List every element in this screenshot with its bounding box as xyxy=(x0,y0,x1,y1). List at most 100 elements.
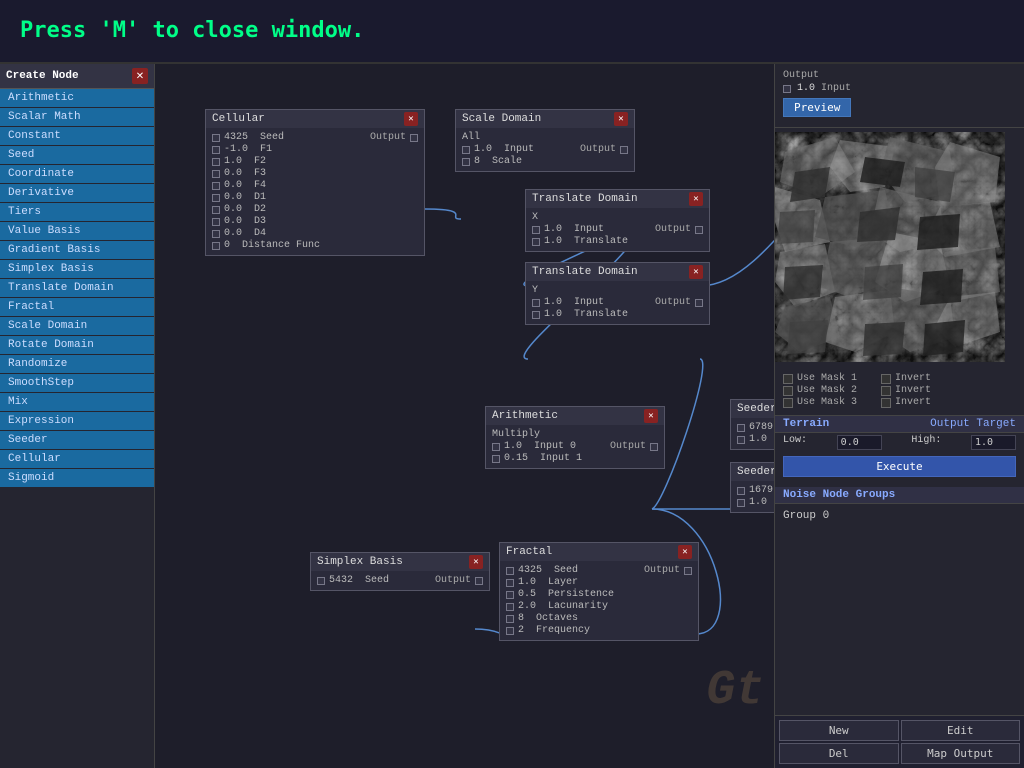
canvas-area: Cellular ✕ 4325 Seed Output -1.0 F1 1.0 … xyxy=(155,64,774,768)
preview-image xyxy=(775,132,1005,362)
port-out xyxy=(650,443,658,451)
port xyxy=(506,579,514,587)
mask-section: Use Mask 1 Invert Use Mask 2 Invert Use … xyxy=(775,366,1024,416)
simplex-basis-close[interactable]: ✕ xyxy=(469,555,483,569)
translate-domain-y-node: Translate Domain ✕ Y 1.0 Input Output 1.… xyxy=(525,262,710,325)
sidebar-item-constant[interactable]: Constant xyxy=(0,127,154,145)
sidebar-item-gradient-basis[interactable]: Gradient Basis xyxy=(0,241,154,259)
arithmetic-close[interactable]: ✕ xyxy=(644,409,658,423)
low-label: Low: xyxy=(783,435,807,450)
arithmetic-node: Arithmetic ✕ Multiply 1.0 Input 0 Output… xyxy=(485,406,665,469)
port xyxy=(212,206,220,214)
noise-groups-section: Noise Node Groups Group 0 xyxy=(775,481,1024,530)
table-row: 0 Distance Func xyxy=(212,240,418,251)
noise-groups-header: Noise Node Groups xyxy=(775,487,1024,504)
edit-button[interactable]: Edit xyxy=(901,720,1021,741)
sidebar-item-mix[interactable]: Mix xyxy=(0,393,154,411)
use-mask-2-checkbox[interactable] xyxy=(783,386,793,396)
group-0-item[interactable]: Group 0 xyxy=(783,508,1016,524)
sidebar-item-arithmetic[interactable]: Arithmetic xyxy=(0,89,154,107)
sidebar-item-coordinate[interactable]: Coordinate xyxy=(0,165,154,183)
del-button[interactable]: Del xyxy=(779,743,899,764)
fractal-close[interactable]: ✕ xyxy=(678,545,692,559)
output-label: Output xyxy=(783,70,819,81)
watermark: Gt xyxy=(706,664,764,718)
port xyxy=(212,218,220,226)
table-row: 0.5 Persistence xyxy=(506,589,692,600)
sidebar-item-value-basis[interactable]: Value Basis xyxy=(0,222,154,240)
table-row: 2 Frequency xyxy=(506,625,692,636)
table-row: 1.0 Translate xyxy=(532,236,703,247)
invert-3-checkbox[interactable] xyxy=(881,398,891,408)
terrain-range-row: Low: High: xyxy=(775,433,1024,452)
terrain-header: Terrain Output Target xyxy=(775,416,1024,433)
node-type-list: ArithmeticScalar MathConstantSeedCoordin… xyxy=(0,89,154,487)
port xyxy=(212,242,220,250)
use-mask-3-checkbox[interactable] xyxy=(783,398,793,408)
create-node-header: Create Node ✕ xyxy=(0,64,154,89)
table-row: X xyxy=(532,212,703,223)
port-out xyxy=(620,146,628,154)
translate-domain-y-close[interactable]: ✕ xyxy=(689,265,703,279)
port xyxy=(506,567,514,575)
output-type: Input xyxy=(821,83,851,94)
mask-row-3: Use Mask 3 Invert xyxy=(783,397,1016,408)
sidebar-item-fractal[interactable]: Fractal xyxy=(0,298,154,316)
sidebar-item-sigmoid[interactable]: Sigmoid xyxy=(0,469,154,487)
translate-domain-y-body: Y 1.0 Input Output 1.0 Translate xyxy=(526,281,709,324)
execute-button[interactable]: Execute xyxy=(783,456,1016,477)
use-mask-3-label: Use Mask 3 xyxy=(797,397,857,408)
invert-2-checkbox[interactable] xyxy=(881,386,891,396)
sidebar-item-expression[interactable]: Expression xyxy=(0,412,154,430)
table-row: 0.0 D1 xyxy=(212,192,418,203)
sidebar-item-scale-domain[interactable]: Scale Domain xyxy=(0,317,154,335)
port xyxy=(532,299,540,307)
use-mask-1-checkbox[interactable] xyxy=(783,374,793,384)
port xyxy=(737,436,745,444)
top-bar: Press 'M' to close window. xyxy=(0,0,1024,64)
table-row: 8 Octaves xyxy=(506,613,692,624)
sidebar-item-randomize[interactable]: Randomize xyxy=(0,355,154,373)
new-button[interactable]: New xyxy=(779,720,899,741)
sidebar-item-simplex-basis[interactable]: Simplex Basis xyxy=(0,260,154,278)
table-row: 5432 Seed Output xyxy=(317,575,483,586)
translate-domain-x-close[interactable]: ✕ xyxy=(689,192,703,206)
scale-domain-node: Scale Domain ✕ All 1.0 Input Output 8 Sc… xyxy=(455,109,635,172)
table-row: 0.15 Input 1 xyxy=(492,453,658,464)
table-row: 1.0 Input Output xyxy=(532,297,703,308)
low-value-input[interactable] xyxy=(837,435,882,450)
sidebar-item-cellular[interactable]: Cellular xyxy=(0,450,154,468)
mask-row-1: Use Mask 1 Invert xyxy=(783,373,1016,384)
sidebar-item-seeder[interactable]: Seeder xyxy=(0,431,154,449)
port xyxy=(506,591,514,599)
high-value-input[interactable] xyxy=(971,435,1016,450)
translate-domain-x-body: X 1.0 Input Output 1.0 Translate xyxy=(526,208,709,251)
fractal-body: 4325 Seed Output 1.0 Layer 0.5 Persisten… xyxy=(500,561,698,640)
cellular-node-close[interactable]: ✕ xyxy=(404,112,418,126)
table-row: 4325 Seed Output xyxy=(506,565,692,576)
port xyxy=(462,158,470,166)
invert-1-checkbox[interactable] xyxy=(881,374,891,384)
table-row: 0.0 F4 xyxy=(212,180,418,191)
fractal-header: Fractal ✕ xyxy=(500,543,698,561)
port xyxy=(462,146,470,154)
create-node-close-btn[interactable]: ✕ xyxy=(132,68,148,84)
port xyxy=(492,443,500,451)
left-sidebar: Create Node ✕ ArithmeticScalar MathConst… xyxy=(0,64,155,768)
simplex-basis-header: Simplex Basis ✕ xyxy=(311,553,489,571)
port xyxy=(506,615,514,623)
preview-button[interactable]: Preview xyxy=(783,98,851,117)
terrain-label: Terrain xyxy=(783,418,829,430)
sidebar-item-scalar-math[interactable]: Scalar Math xyxy=(0,108,154,126)
sidebar-item-rotate-domain[interactable]: Rotate Domain xyxy=(0,336,154,354)
sidebar-item-derivative[interactable]: Derivative xyxy=(0,184,154,202)
sidebar-item-smoothstep[interactable]: SmoothStep xyxy=(0,374,154,392)
simplex-basis-title: Simplex Basis xyxy=(317,556,403,568)
scale-domain-close[interactable]: ✕ xyxy=(614,112,628,126)
seeder1-title: Seeder xyxy=(737,403,777,415)
cellular-node-title: Cellular xyxy=(212,113,265,125)
sidebar-item-seed[interactable]: Seed xyxy=(0,146,154,164)
sidebar-item-translate-domain[interactable]: Translate Domain xyxy=(0,279,154,297)
sidebar-item-tiers[interactable]: Tiers xyxy=(0,203,154,221)
map-output-button[interactable]: Map Output xyxy=(901,743,1021,764)
